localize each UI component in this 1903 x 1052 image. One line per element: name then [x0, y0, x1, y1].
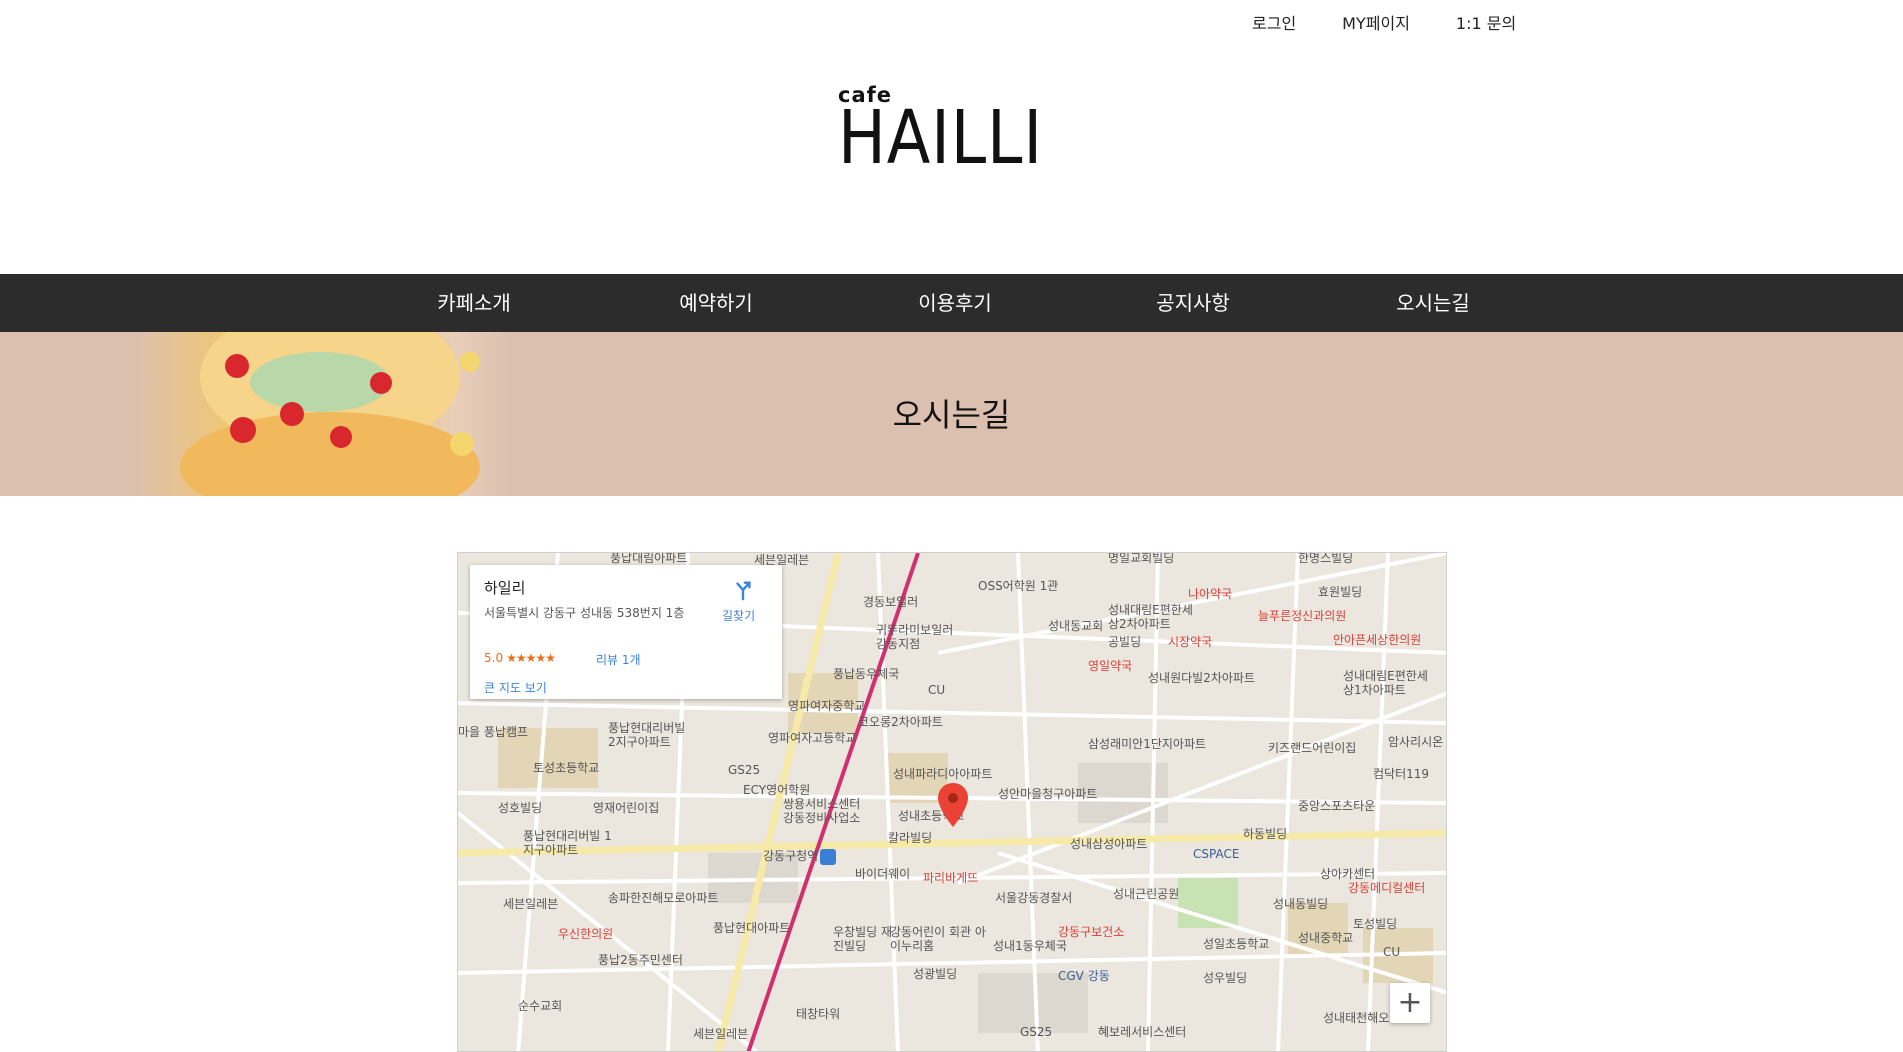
map-label: 경동보일러 [863, 595, 919, 609]
map-label: 삼성래미안1단지아파트 [1088, 737, 1207, 751]
reviews-link[interactable]: 리뷰 1개 [596, 651, 641, 668]
map-label: 바이더웨이 [855, 867, 911, 881]
map-label: 성내대림E편한세상2차아파트 [1108, 603, 1193, 631]
map-label: 서울강동경찰서 [995, 891, 1073, 905]
map-label: 우신한의원 [558, 927, 614, 941]
map-label: ECY영어학원 [743, 783, 811, 797]
site-logo[interactable]: cafe HAILLI [838, 84, 1068, 181]
map-label: 명일교회빌딩 [1108, 552, 1175, 565]
login-link[interactable]: 로그인 [1252, 10, 1296, 34]
map-label: 성내삼성아파트 [1070, 837, 1148, 851]
map-label: 토성빌딩 [1353, 917, 1398, 931]
map-label: 성내원다빌2차아파트 [1148, 671, 1255, 685]
map-label: 풍납현대리버빌 1지구아파트 [523, 829, 612, 857]
nav-item-reservation[interactable]: 예약하기 [679, 274, 753, 332]
nav-item-directions[interactable]: 오시는길 [1396, 274, 1470, 332]
map-label: 영파여자중학교 [788, 699, 866, 713]
place-name: 하일리 [484, 579, 526, 597]
map-label: 늘푸른정신과의원 [1258, 609, 1347, 623]
map-label: 우창빌딩 재진빌딩 [833, 925, 893, 953]
map-label: 성내동빌딩 [1273, 897, 1329, 911]
map-label: 성안마을청구아파트 [998, 787, 1098, 801]
map-label: 영일약국 [1088, 659, 1133, 673]
place-address: 서울특별시 강동구 성내동 538번지 1층 [484, 606, 685, 620]
rating: 5.0 ★★★★★ [484, 651, 556, 665]
map-label: CSPACE [1193, 847, 1240, 861]
nav-item-cafe-intro[interactable]: 카페소개 [437, 274, 511, 332]
map-label: 안아픈세상한의원 [1333, 633, 1422, 647]
map-label: 성내태천해오 [1323, 1011, 1390, 1025]
map-label: OSS어학원 1관 [978, 579, 1059, 593]
map-label: 혜보레서비스센터 [1098, 1025, 1187, 1039]
map-label: 영파여자고등학교 [768, 731, 857, 745]
subway-station-icon [820, 849, 836, 865]
map-label: 암사리시온 [1388, 735, 1444, 749]
map-label: 송파한진해모로아파트 [608, 891, 719, 905]
map-label: 컴닥터119 [1373, 767, 1430, 781]
map-label: 풍납동우체국 [833, 667, 900, 681]
page-title: 오시는길 [892, 396, 1011, 434]
rating-value: 5.0 [484, 651, 504, 665]
map-label: 중앙스포츠타운 [1298, 799, 1376, 813]
map-label: 풍납현대아파트 [713, 921, 791, 935]
map-label: CU [1383, 945, 1401, 959]
view-larger-map-link[interactable]: 큰 지도 보기 [484, 679, 547, 696]
map-label: 강동구청역 [763, 849, 819, 863]
map-label: 한명스빌딩 [1298, 552, 1354, 565]
rating-stars-icon: ★★★★★ [506, 651, 556, 665]
mypage-link[interactable]: MY페이지 [1342, 10, 1410, 34]
map-info-card: 하일리 서울특별시 강동구 성내동 538번지 1층 5.0 ★★★★★ 리뷰 1… [470, 565, 782, 699]
main-nav: 카페소개 예약하기 이용후기 공지사항 오시는길 [0, 274, 1903, 332]
directions-link[interactable]: 길찾기 [722, 607, 755, 624]
google-map[interactable]: 풍납대림아파트 세븐일레븐 OSS어학원 1관 나아약국 효원빌딩 명일교회빌딩… [457, 552, 1447, 1052]
map-label: 성호빌딩 [498, 801, 543, 815]
nav-item-notice[interactable]: 공지사항 [1156, 274, 1230, 332]
map-label: 강동어린이 회관 아이누리홈 [890, 925, 986, 953]
map-label: 성우빌딩 [1203, 971, 1248, 985]
page-banner: 오시는길 [0, 332, 1903, 496]
map-label: 성내중학교 [1298, 931, 1354, 945]
map-label: 공빌딩 [1108, 635, 1142, 649]
map-label: 강동구보건소 [1058, 925, 1125, 939]
map-label: 성내동교회 [1048, 619, 1104, 633]
map-label: 성광빌딩 [913, 967, 958, 981]
map-label: 성일초등학교 [1203, 937, 1270, 951]
map-label: 효원빌딩 [1318, 585, 1363, 599]
map-label: GS25 [728, 763, 761, 777]
map-label: 풍납2동주민센터 [598, 953, 683, 967]
map-label: 토성초등학교 [533, 761, 600, 775]
map-label: 영재어린이집 [593, 801, 660, 815]
zoom-in-button[interactable]: + [1390, 983, 1430, 1023]
map-label: 마을 풍납캠프 [458, 725, 529, 739]
map-label: 나아약국 [1188, 587, 1233, 601]
location-marker-icon[interactable] [938, 783, 968, 827]
map-label: 파리바게뜨 [923, 871, 979, 885]
map-label: 세븐일레븐 [503, 897, 559, 911]
map-label: 성내파라디아아파트 [893, 767, 993, 781]
map-label: 순수교회 [518, 999, 563, 1013]
map-label: 세븐일레븐 [693, 1027, 749, 1041]
map-label: 시장약국 [1168, 635, 1213, 649]
map-label: 코오롱2차아파트 [858, 715, 943, 729]
nav-item-reviews[interactable]: 이용후기 [918, 274, 992, 332]
map-label: 성내대림E편한세상1차아파트 [1343, 669, 1428, 697]
map-label: 성내1동우체국 [993, 939, 1067, 953]
map-label: 풍납현대리버빌 2지구아파트 [608, 721, 686, 749]
map-label: 쌍용서비스센터 강동정비사업소 [783, 797, 861, 825]
map-label: 칼라빌딩 [888, 831, 933, 845]
top-utility-links: 로그인 MY페이지 1:1 문의 [1252, 10, 1516, 34]
map-label: GS25 [1020, 1025, 1053, 1039]
directions-icon[interactable] [732, 579, 754, 601]
map-label: 귀뚜라미보일러 강동지점 [876, 623, 954, 651]
map-label: 키즈랜드어린이집 [1268, 741, 1357, 755]
logo-big-text: HAILLI [838, 95, 1044, 181]
map-label: CU [928, 683, 946, 697]
inquiry-link[interactable]: 1:1 문의 [1456, 10, 1516, 34]
map-label: 성내근린공원 [1113, 887, 1180, 901]
map-label: 강동메디컬센터 [1348, 881, 1426, 895]
map-label: 태창타워 [796, 1007, 841, 1021]
map-label: CGV 강동 [1058, 969, 1110, 983]
map-label: 하동빌딩 [1243, 827, 1288, 841]
map-label: 풍납대림아파트 [610, 552, 688, 565]
